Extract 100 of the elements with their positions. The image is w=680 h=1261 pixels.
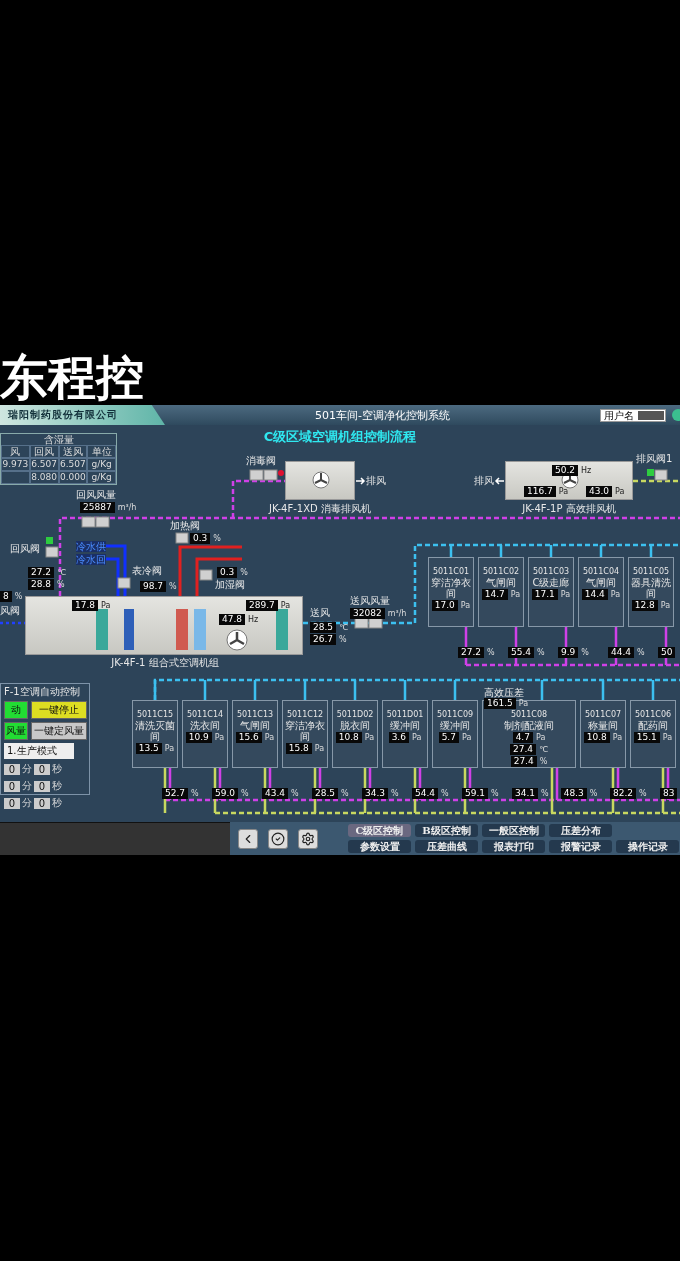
back-button[interactable]: [238, 828, 258, 849]
value-display: 28.8: [28, 579, 55, 590]
control-button[interactable]: 风量: [4, 722, 28, 740]
value-display: 116.7: [524, 486, 556, 497]
nav-button[interactable]: 参数设置: [348, 840, 411, 853]
value-display: 5.7: [438, 732, 459, 743]
filter-section: [96, 609, 108, 650]
nav-button[interactable]: B级区控制: [415, 824, 478, 837]
value-display: 50: [658, 647, 676, 658]
value-display: 13.5: [135, 743, 162, 754]
minutes-field[interactable]: 0: [4, 780, 20, 792]
damper-icon: [81, 516, 110, 528]
unit-label: Pa: [264, 733, 275, 742]
diagram-label: 排风: [366, 475, 386, 486]
check-icon: [271, 831, 285, 846]
unit-label: Pa: [612, 733, 623, 742]
unit-label: %: [637, 648, 645, 657]
diagram-label: 回风风量: [76, 489, 116, 500]
unit-label: Pa: [314, 744, 325, 753]
user-field[interactable]: 用户名: [600, 408, 666, 422]
value-display: 43.4: [262, 788, 289, 799]
value-display: 27.2: [28, 567, 55, 578]
panel-title: F-1空调自动控制: [4, 686, 81, 698]
screen-subtitle: C级区域空调机组控制流程: [263, 428, 417, 446]
fan-icon: [226, 629, 248, 651]
room-code: 5011C14: [186, 710, 224, 719]
minutes-field[interactable]: 0: [4, 763, 20, 775]
unit-label: %: [539, 757, 548, 766]
heater-section: [176, 609, 188, 650]
table-cell: 9.973: [1, 458, 30, 471]
unit-label: 分: [22, 762, 32, 776]
value-display: 15.6: [235, 732, 262, 743]
value-display: 15.1: [633, 732, 660, 743]
room-name: 清洗灭菌间: [134, 720, 176, 742]
table-cell: g/Kg: [87, 471, 116, 484]
nav-button[interactable]: 报表打印: [482, 840, 545, 853]
diagram-label: 加热阀: [170, 520, 200, 531]
table-cell: 0.000: [58, 471, 88, 484]
value-display: 27.2: [458, 647, 485, 658]
settings-button[interactable]: [298, 828, 318, 849]
nav-button[interactable]: C级区控制: [348, 824, 411, 837]
control-button[interactable]: 一键定风量: [31, 722, 87, 740]
seconds-field[interactable]: 0: [34, 797, 50, 809]
diagram-label: 送风: [310, 607, 330, 618]
room-name: 制剂配液间: [503, 720, 555, 731]
unit-label: %: [241, 789, 249, 798]
nav-button[interactable]: 报警记录: [549, 840, 612, 853]
nav-button[interactable]: 一般区控制: [482, 824, 545, 837]
control-button[interactable]: 一键停止: [31, 701, 87, 719]
diagram-label: 送风风量: [350, 595, 390, 606]
value-display: 12.8: [631, 600, 658, 611]
minutes-field[interactable]: 0: [4, 797, 20, 809]
value-display: 27.4: [510, 756, 537, 767]
unit-label: Pa: [214, 733, 225, 742]
unit-label: Pa: [535, 733, 546, 742]
seconds-field[interactable]: 0: [34, 763, 50, 775]
room-code: 5011C03: [532, 567, 570, 576]
diagram-label: 加湿阀: [215, 579, 245, 590]
unit-label: %: [487, 648, 495, 657]
filter-section: [276, 609, 288, 650]
nav-button[interactable]: 压差分布: [549, 824, 612, 837]
unit-label: %: [541, 789, 549, 798]
value-display: 9.9: [558, 647, 579, 658]
room-code: 5011C12: [286, 710, 324, 719]
value-display: 54.4: [412, 788, 439, 799]
unit-label: Pa: [460, 601, 471, 610]
diagram-label: 排风阀1: [636, 453, 673, 464]
nav-button[interactable]: 压差曲线: [415, 840, 478, 853]
value-display: 17.0: [431, 600, 458, 611]
valve-icon: [654, 469, 668, 481]
value-display: 10.8: [583, 732, 610, 743]
room-name: 气闸间: [585, 577, 617, 588]
table-cell: 6.507: [29, 458, 59, 471]
mode-dropdown[interactable]: 1.生产模式: [4, 743, 74, 759]
unit-label: Pa: [615, 487, 625, 496]
value-display: 48.3: [560, 788, 587, 799]
room-code: 5011C09: [436, 710, 474, 719]
column-header: 单位: [87, 445, 116, 458]
valve-icon: [117, 577, 131, 589]
unit-label: %: [639, 789, 647, 798]
diagram-label: 冷水回: [76, 554, 106, 565]
status-light-icon: [647, 469, 654, 476]
unit-label: %: [491, 789, 499, 798]
unit-name: JK-4F-1XD 消毒排风机: [269, 502, 371, 516]
diagram-label: 表冷阀: [132, 565, 162, 576]
unit-label: Pa: [660, 601, 671, 610]
room-code: 5011D02: [336, 710, 374, 719]
valve-icon: [199, 569, 213, 581]
value-display: 0.3: [217, 567, 238, 578]
unit-label: %: [191, 789, 199, 798]
control-button[interactable]: 动: [4, 701, 28, 719]
diagram-label: 消毒阀: [246, 455, 276, 466]
room-name: 器具清洗间: [630, 577, 672, 599]
unit-label: Pa: [560, 590, 571, 599]
table-cell: 6.507: [58, 458, 88, 471]
unit-label: Pa: [364, 733, 375, 742]
nav-button[interactable]: 操作记录: [616, 840, 679, 853]
confirm-button[interactable]: [268, 828, 288, 849]
unit-label: ℃: [57, 568, 67, 577]
seconds-field[interactable]: 0: [34, 780, 50, 792]
